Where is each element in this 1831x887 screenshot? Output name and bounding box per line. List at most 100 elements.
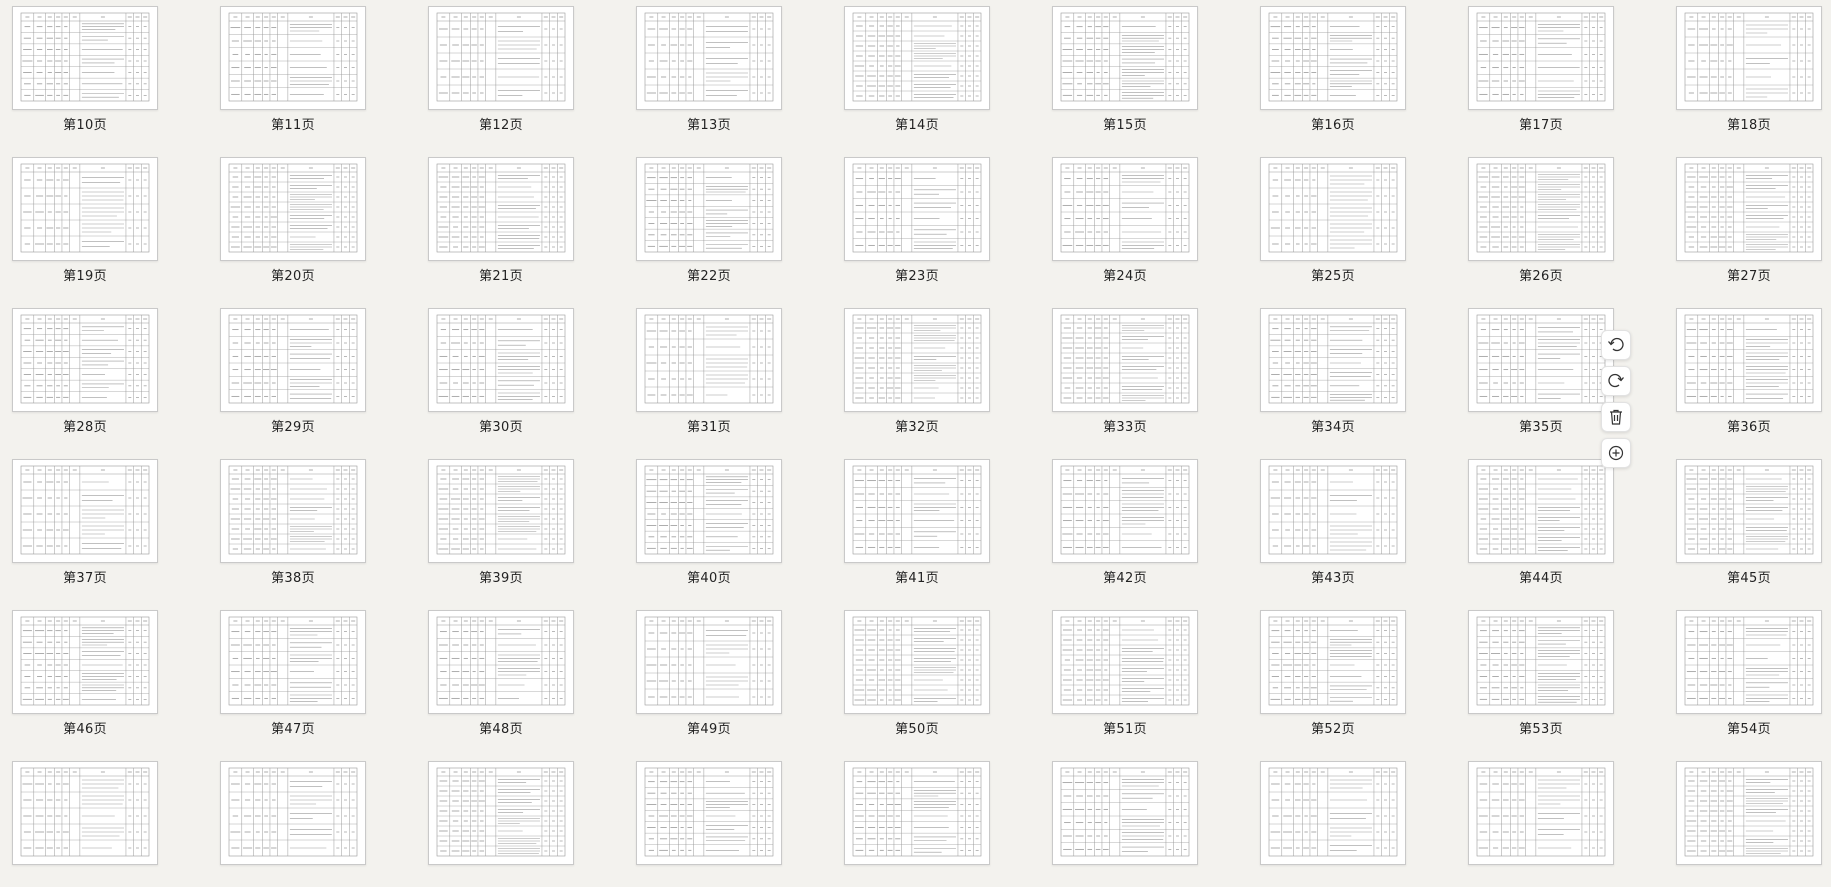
- page-thumbnail[interactable]: 第38页: [220, 453, 366, 585]
- page-thumbnail[interactable]: 第43页: [1260, 453, 1406, 585]
- page-thumbnail-image[interactable]: [844, 761, 990, 865]
- page-thumbnail[interactable]: 第52页: [1260, 604, 1406, 736]
- page-thumbnail[interactable]: 第37页: [12, 453, 158, 585]
- page-thumbnail[interactable]: [636, 755, 782, 887]
- page-thumbnail[interactable]: 第51页: [1052, 604, 1198, 736]
- page-thumbnail-image[interactable]: [220, 157, 366, 261]
- page-thumbnail[interactable]: 第22页: [636, 151, 782, 283]
- page-thumbnail[interactable]: 第20页: [220, 151, 366, 283]
- page-thumbnail[interactable]: 第25页: [1260, 151, 1406, 283]
- page-thumbnail-image[interactable]: [844, 610, 990, 714]
- page-thumbnail-image[interactable]: [1676, 157, 1822, 261]
- page-thumbnail[interactable]: 第34页: [1260, 302, 1406, 434]
- page-thumbnail[interactable]: 第45页: [1676, 453, 1822, 585]
- page-thumbnail[interactable]: 第10页: [12, 0, 158, 132]
- page-thumbnail-image[interactable]: [844, 6, 990, 110]
- page-thumbnail[interactable]: 第44页: [1468, 453, 1614, 585]
- page-thumbnail[interactable]: 第12页: [428, 0, 574, 132]
- page-thumbnail-image[interactable]: [428, 6, 574, 110]
- page-thumbnail-image[interactable]: [1052, 761, 1198, 865]
- page-thumbnail-image[interactable]: [844, 308, 990, 412]
- page-thumbnail[interactable]: 第14页: [844, 0, 990, 132]
- page-thumbnail-image[interactable]: [1260, 761, 1406, 865]
- page-thumbnail-image[interactable]: [636, 157, 782, 261]
- page-thumbnail-image[interactable]: [220, 761, 366, 865]
- page-thumbnail-image[interactable]: [12, 761, 158, 865]
- page-thumbnail-image[interactable]: [1260, 459, 1406, 563]
- page-thumbnail-image[interactable]: [636, 6, 782, 110]
- page-thumbnail[interactable]: 第27页: [1676, 151, 1822, 283]
- page-thumbnail[interactable]: 第50页: [844, 604, 990, 736]
- page-thumbnail[interactable]: [428, 755, 574, 887]
- page-thumbnail-image[interactable]: [1260, 610, 1406, 714]
- delete-page-button[interactable]: [1601, 402, 1631, 432]
- page-thumbnail[interactable]: 第54页: [1676, 604, 1822, 736]
- page-thumbnail-image[interactable]: [1468, 308, 1614, 412]
- page-thumbnail[interactable]: 第46页: [12, 604, 158, 736]
- page-thumbnail[interactable]: 第49页: [636, 604, 782, 736]
- page-thumbnail-image[interactable]: [1468, 459, 1614, 563]
- page-thumbnail[interactable]: 第40页: [636, 453, 782, 585]
- page-thumbnail[interactable]: 第23页: [844, 151, 990, 283]
- page-thumbnail-image[interactable]: [1052, 308, 1198, 412]
- page-thumbnail-image[interactable]: [12, 6, 158, 110]
- page-thumbnail[interactable]: 第16页: [1260, 0, 1406, 132]
- page-thumbnail[interactable]: 第26页: [1468, 151, 1614, 283]
- page-thumbnail[interactable]: 第15页: [1052, 0, 1198, 132]
- page-thumbnail-image[interactable]: [1676, 6, 1822, 110]
- page-thumbnail-image[interactable]: [1052, 6, 1198, 110]
- page-thumbnail-image[interactable]: [1052, 610, 1198, 714]
- page-thumbnail-image[interactable]: [1676, 308, 1822, 412]
- page-thumbnail[interactable]: [12, 755, 158, 887]
- page-thumbnail[interactable]: 第29页: [220, 302, 366, 434]
- page-thumbnail-image[interactable]: [428, 761, 574, 865]
- page-thumbnail-image[interactable]: [220, 459, 366, 563]
- page-thumbnail[interactable]: 第48页: [428, 604, 574, 736]
- rotate-left-button[interactable]: [1601, 330, 1631, 360]
- page-thumbnail[interactable]: 第30页: [428, 302, 574, 434]
- page-thumbnail[interactable]: 第31页: [636, 302, 782, 434]
- page-thumbnail[interactable]: 第33页: [1052, 302, 1198, 434]
- page-thumbnail[interactable]: [1468, 755, 1614, 887]
- page-thumbnail-image[interactable]: [1676, 459, 1822, 563]
- page-thumbnail-image[interactable]: [1676, 761, 1822, 865]
- page-thumbnail[interactable]: 第21页: [428, 151, 574, 283]
- page-thumbnail-image[interactable]: [1468, 610, 1614, 714]
- page-thumbnail[interactable]: [1260, 755, 1406, 887]
- page-thumbnail[interactable]: 第47页: [220, 604, 366, 736]
- page-thumbnail-image[interactable]: [636, 610, 782, 714]
- page-thumbnail-image[interactable]: [844, 459, 990, 563]
- page-thumbnail[interactable]: 第24页: [1052, 151, 1198, 283]
- page-thumbnail-image[interactable]: [1468, 761, 1614, 865]
- page-thumbnail[interactable]: 第42页: [1052, 453, 1198, 585]
- page-thumbnail[interactable]: 第17页: [1468, 0, 1614, 132]
- page-thumbnail-image[interactable]: [428, 610, 574, 714]
- page-thumbnail[interactable]: 第28页: [12, 302, 158, 434]
- page-thumbnail-image[interactable]: [1260, 157, 1406, 261]
- page-thumbnail[interactable]: 第13页: [636, 0, 782, 132]
- page-thumbnail-image[interactable]: [844, 157, 990, 261]
- page-thumbnail[interactable]: [220, 755, 366, 887]
- page-thumbnail[interactable]: 第19页: [12, 151, 158, 283]
- page-thumbnail[interactable]: [844, 755, 990, 887]
- page-thumbnail[interactable]: 第39页: [428, 453, 574, 585]
- page-thumbnail[interactable]: 第36页: [1676, 302, 1822, 434]
- page-thumbnail-image[interactable]: [1468, 6, 1614, 110]
- page-thumbnail-image[interactable]: [428, 459, 574, 563]
- page-thumbnail-image[interactable]: [12, 610, 158, 714]
- page-thumbnail[interactable]: 第53页: [1468, 604, 1614, 736]
- page-thumbnail[interactable]: [1052, 755, 1198, 887]
- page-thumbnail[interactable]: 第32页: [844, 302, 990, 434]
- page-thumbnail-image[interactable]: [1260, 6, 1406, 110]
- page-thumbnail[interactable]: 第41页: [844, 453, 990, 585]
- insert-page-button[interactable]: [1601, 438, 1631, 468]
- page-thumbnail-image[interactable]: [428, 308, 574, 412]
- page-thumbnail[interactable]: 第11页: [220, 0, 366, 132]
- page-thumbnail-image[interactable]: [12, 459, 158, 563]
- page-thumbnail[interactable]: 第35页: [1468, 302, 1614, 434]
- page-thumbnail-image[interactable]: [12, 308, 158, 412]
- page-thumbnail-image[interactable]: [220, 6, 366, 110]
- page-thumbnail-image[interactable]: [220, 308, 366, 412]
- page-thumbnail-image[interactable]: [428, 157, 574, 261]
- rotate-right-button[interactable]: [1601, 366, 1631, 396]
